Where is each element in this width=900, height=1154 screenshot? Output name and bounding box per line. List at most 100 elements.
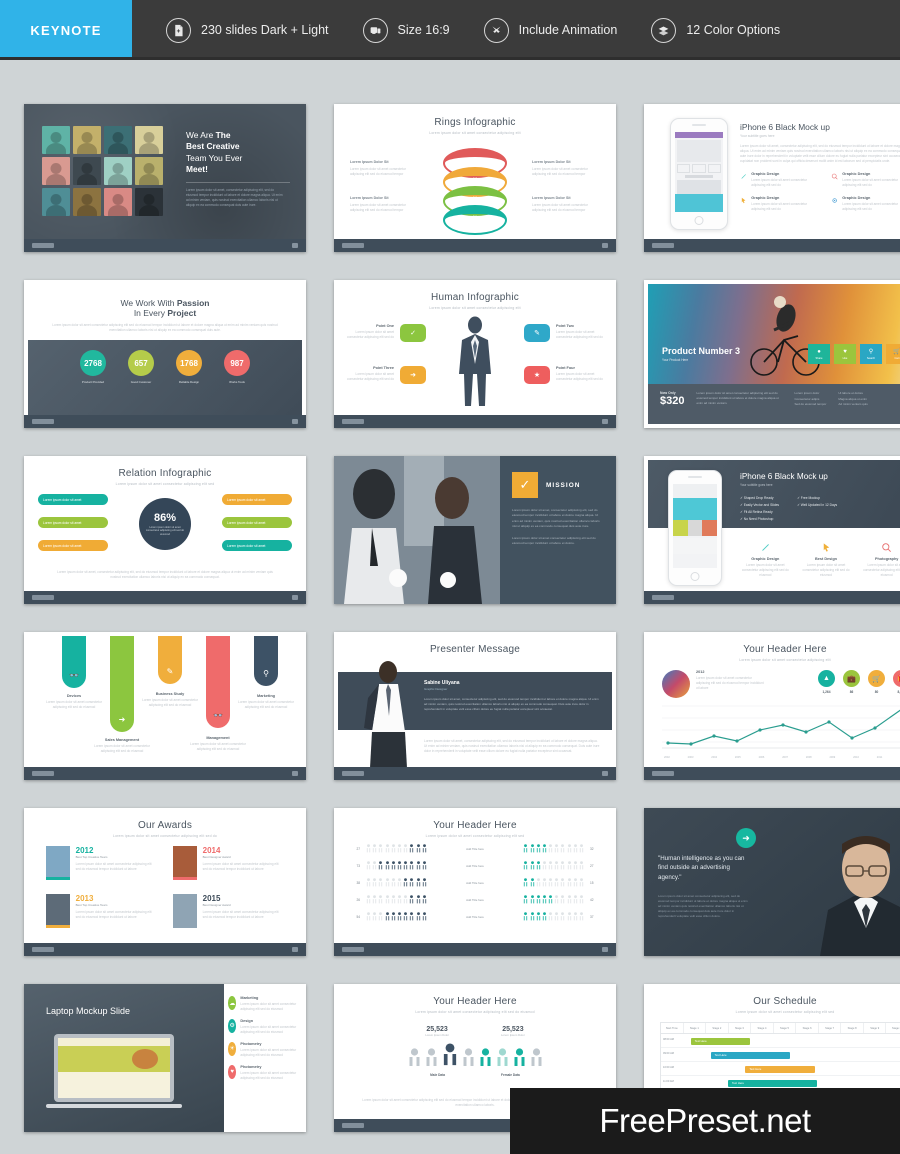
pictogram-left — [366, 878, 427, 888]
slide-thumbnail-mission[interactable]: ✓ MISSION Lorem ipsum dolor sit amet, co… — [334, 456, 616, 604]
avatar — [135, 188, 163, 216]
point-bubble-3: ➜ — [400, 366, 426, 384]
search-icon: ⚲ — [263, 669, 269, 678]
slide-canvas: 👓 ➜ ✎ 👓 ⚲ Devices Lorem ipsum dolor sit … — [28, 636, 302, 776]
kpi-item: ▲ 1,264 — [818, 670, 835, 694]
check-item: ✓ Fit All Retina Ready — [740, 509, 773, 514]
award-item: 2014 Best Designer Award Lorem ipsum dol… — [173, 846, 284, 880]
ribbon-2: ➜ — [110, 636, 134, 732]
row-time: 11:00 AM — [663, 1080, 674, 1083]
point-body: Lorem ipsum dolor sit amet consectetur a… — [556, 372, 603, 381]
slide-title: Our Schedule — [753, 996, 817, 1007]
check-icon: ✓ — [512, 472, 538, 498]
schedule-bar[interactable]: Text Here — [690, 1037, 751, 1045]
stat-label: Lorem Ipsum Dolor — [501, 1033, 525, 1037]
column-header: Stage 7 — [819, 1023, 842, 1033]
chart-year: 2012 — [696, 670, 705, 674]
kpi-value: 80 — [874, 690, 879, 694]
share-button[interactable]: ● Share — [808, 344, 830, 364]
slide-subtitle: Lorem ipsum dolor sit amet consectetur a… — [429, 131, 521, 135]
slide-thumbnail-awards[interactable]: Our Awards Lorem ipsum dolor sit amet co… — [24, 808, 306, 956]
point-text-2: Point Two Lorem ipsum dolor sit amet con… — [556, 324, 604, 340]
headline-part-3: Best Creative — [186, 141, 240, 152]
slide-body: Lorem ipsum dolor sit amet consectetur a… — [52, 323, 278, 332]
feature-title: Photometry — [240, 1041, 262, 1046]
pictogram-right — [523, 878, 584, 888]
slide-thumbnail-rings[interactable]: Rings Infographic Lorem ipsum dolor sit … — [334, 104, 616, 252]
table-header: Start Time Stage 1 Stage 2 Stage 3 Stage… — [661, 1023, 900, 1034]
slide-thumbnail-iphone-black[interactable]: iPhone 6 Black Mock up Your subtitle goe… — [644, 456, 900, 604]
feature-colors-label: 12 Color Options — [686, 23, 781, 37]
slide-footer — [334, 767, 616, 780]
schedule-bar[interactable]: Text Here — [727, 1079, 818, 1087]
callout-body: Lorem ipsum dolor sit amet consectetur a… — [350, 203, 406, 212]
column-header: Stage 8 — [841, 1023, 864, 1033]
feature-item: Graphic Design Lorem ipsum dolor sit ame… — [740, 196, 821, 212]
check-icon: ✓ — [410, 330, 416, 337]
x-tick: 2006 — [758, 756, 765, 759]
logo-icon — [342, 1123, 364, 1128]
city-photo — [662, 670, 690, 698]
presenter-photo — [364, 661, 407, 768]
like-button[interactable]: ♥ Like — [834, 344, 856, 364]
slide-thumbnail-ribbons[interactable]: 👓 ➜ ✎ 👓 ⚲ Devices Lorem ipsum dolor sit … — [24, 632, 306, 780]
slide-subtitle: Lorem ipsum dolor sit amet consectetur a… — [113, 834, 217, 838]
slide-subtitle: Lorem ipsum dolor sit amet consectetur a… — [115, 482, 215, 486]
x-tick: 2007 — [782, 756, 788, 759]
person-icon-highlight — [443, 1043, 456, 1066]
feature-item: ☀ Photometry Lorem ipsum dolor sit amet … — [228, 1041, 300, 1058]
slide-thumbnail-chart[interactable]: Your Header Here Lorem ipsum dolor sit a… — [644, 632, 900, 780]
tools-icon — [483, 17, 509, 43]
slide-thumbnail-presenter[interactable]: Presenter Message Sabine Uliyana Graphic… — [334, 632, 616, 780]
feature-title: Photometry — [240, 1064, 262, 1069]
speaker — [688, 476, 702, 478]
person-icon — [497, 1048, 507, 1066]
schedule-bar[interactable]: Text Here — [745, 1065, 815, 1073]
ribbon-title: Management — [206, 736, 230, 740]
slide-thumbnail-relation[interactable]: Relation Infographic Lorem ipsum dolor s… — [24, 456, 306, 604]
product-detail-bar: Now Only $320 Lorem ipsum dolor sit amet… — [648, 384, 900, 424]
pill-item: Lorem ipsum dolor sit amet — [222, 540, 292, 551]
cart-button[interactable]: 🛒 Cart — [886, 344, 900, 364]
pictogram-left — [366, 912, 427, 922]
award-body: Lorem ipsum dolor sit amet consectetur a… — [75, 862, 152, 871]
slide-thumbnail-human[interactable]: Human Infographic Lorem ipsum dolor sit … — [334, 280, 616, 428]
button-label: Cart — [894, 357, 900, 360]
search-button[interactable]: ⚲ Search — [860, 344, 882, 364]
headline-part-1: We Are — [186, 130, 216, 140]
column-header: Stage 6 — [796, 1023, 819, 1033]
row-time: 09:00 AM — [663, 1052, 674, 1055]
schedule-bar[interactable]: Text Here — [710, 1051, 790, 1059]
feature-slides: 230 slides Dark + Light — [166, 17, 329, 43]
slide-thumbnail-team[interactable]: We Are The Best Creative Team You Ever M… — [24, 104, 306, 252]
feature-body: Lorem ipsum dolor sit amet consectetur a… — [240, 1070, 297, 1080]
pictogram-left — [366, 861, 427, 871]
logo-icon — [32, 243, 54, 248]
slide-thumbnail-iphone-white[interactable]: iPhone 6 Black Mock up Your subtitle goe… — [644, 104, 900, 252]
logo-icon — [652, 595, 674, 600]
table-row: 27 Add Title here 32 — [348, 844, 602, 854]
award-photo — [46, 894, 70, 928]
logo-icon — [32, 419, 54, 424]
slide-subtitle: Lorem ipsum dolor sit amet consectetur a… — [415, 1010, 535, 1014]
slide-thumbnail-passion[interactable]: We Work With Passion In Every Project Lo… — [24, 280, 306, 428]
feature-item: Graphic Design Lorem ipsum dolor sit ame… — [831, 172, 900, 188]
slide-thumbnail-people-chart[interactable]: Your Header Here Lorem ipsum dolor sit a… — [334, 808, 616, 956]
avatar — [42, 188, 70, 216]
pictogram-right — [523, 912, 584, 922]
page-number — [292, 771, 298, 776]
slide-thumbnail-quote[interactable]: ➜ "Human intelligence as you can find ou… — [644, 808, 900, 956]
award-photo — [173, 894, 197, 928]
slide-thumbnail-product[interactable]: Product Number 3 Your Product Here ● Sha… — [644, 280, 900, 428]
slide-footer — [334, 239, 616, 252]
chart-body: Lorem ipsum dolor sit amet consectetur a… — [696, 676, 764, 690]
header-panel: We Work With Passion In Every Project Lo… — [28, 284, 302, 340]
cursor-icon: ➜ — [118, 715, 126, 724]
slide-thumbnail-laptop[interactable]: Laptop Mockup Slide ☁ Marketing Lorem ip… — [24, 984, 306, 1132]
x-tick: 2008 — [805, 756, 812, 759]
x-tick: 2011 — [876, 756, 883, 759]
stat-name: Female Data — [501, 1073, 520, 1077]
slide-canvas: Relation Infographic Lorem ipsum dolor s… — [28, 460, 302, 600]
button-label: Search — [866, 357, 876, 360]
stat-list: 2768 Product Provided 657 Good Customer … — [28, 340, 302, 384]
